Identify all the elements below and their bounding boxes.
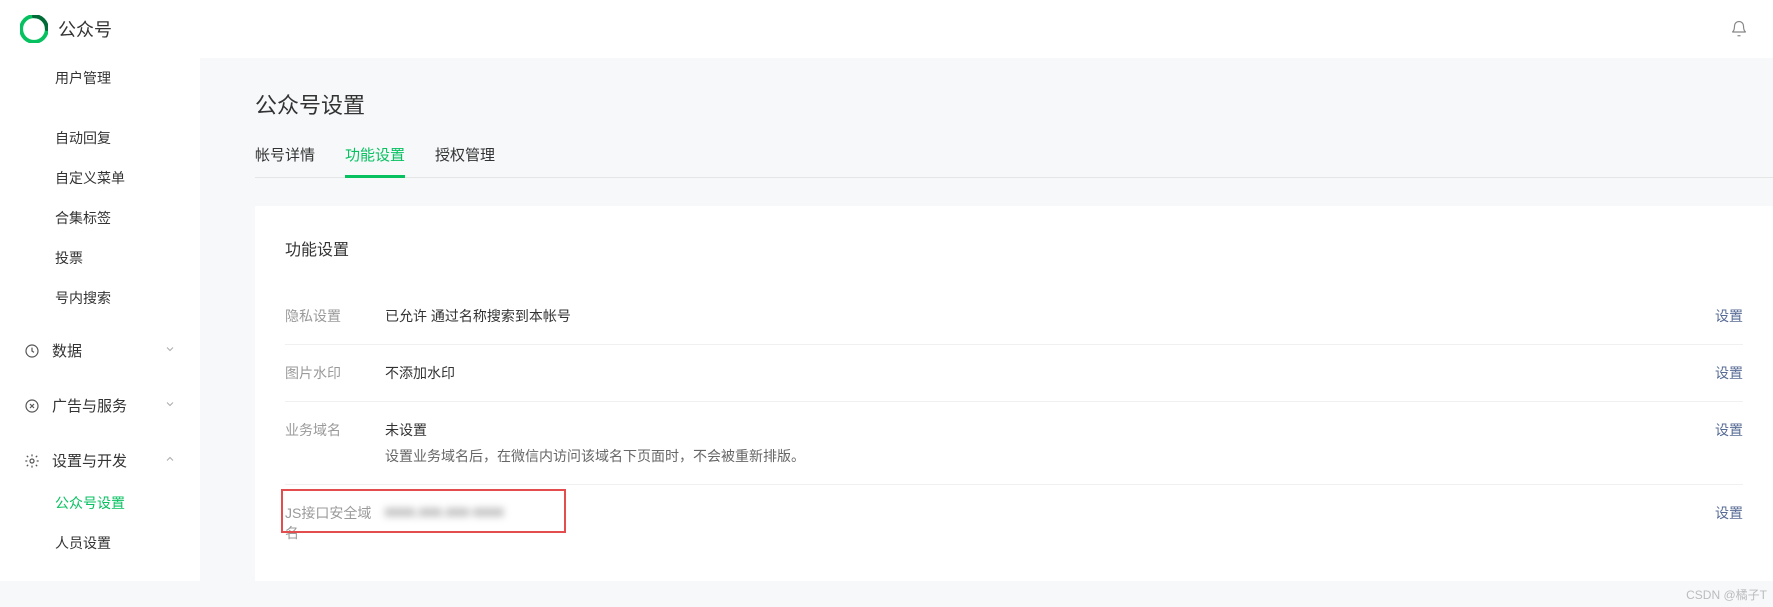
setting-label: 业务域名 [285,420,385,440]
page-title: 公众号设置 [255,68,1773,144]
tabs: 帐号详情 功能设置 授权管理 [255,144,1773,178]
chevron-up-icon [164,452,176,469]
tab-account-details[interactable]: 帐号详情 [255,144,315,177]
sidebar-item-label: 公众号设置 [55,495,125,511]
watermark: CSDN @橘子T [1686,586,1767,603]
sidebar-group-label: 数据 [52,340,82,361]
sidebar-item-label: 自动回复 [55,130,111,146]
main-content: 公众号设置 帐号详情 功能设置 授权管理 功能设置 隐私设置 已允许 通过名称搜… [200,58,1773,581]
card-title: 功能设置 [285,236,1743,260]
clock-icon [24,343,42,359]
sidebar-item-vote[interactable]: 投票 [0,238,200,278]
sidebar-item-auto-reply[interactable]: 自动回复 [0,118,200,158]
setting-row-privacy: 隐私设置 已允许 通过名称搜索到本帐号 设置 [285,288,1743,345]
sidebar-item-custom-menu[interactable]: 自定义菜单 [0,158,200,198]
chevron-down-icon [164,397,176,414]
sidebar-item-staff-settings[interactable]: 人员设置 [0,523,200,563]
sidebar-item-label: 号内搜索 [55,290,111,306]
settings-card: 功能设置 隐私设置 已允许 通过名称搜索到本帐号 设置 图片水印 不添加水印 设… [255,206,1773,581]
sidebar-group-ads[interactable]: 广告与服务 [0,383,200,428]
setting-value: 已允许 通过名称搜索到本帐号 [385,306,1691,326]
sidebar-item-label: 用户管理 [55,70,111,86]
tab-auth-mgmt[interactable]: 授权管理 [435,144,495,177]
sidebar: 用户管理 自动回复 自定义菜单 合集标签 投票 号内搜索 数据 广告与服务 设置… [0,58,200,581]
sidebar-item-label: 人员设置 [55,535,111,551]
setting-label: 隐私设置 [285,306,385,326]
chevron-down-icon [164,342,176,359]
tab-function-settings[interactable]: 功能设置 [345,144,405,177]
sidebar-item-account-settings[interactable]: 公众号设置 [0,483,200,523]
notification-bell-icon[interactable] [1725,15,1753,43]
sidebar-item-label: 合集标签 [55,210,111,226]
compass-icon [24,398,42,414]
sidebar-group-label: 设置与开发 [52,450,127,471]
setting-action-link[interactable]: 设置 [1691,420,1743,440]
setting-label: 图片水印 [285,363,385,383]
sidebar-item-collection-tags[interactable]: 合集标签 [0,198,200,238]
sidebar-group-data[interactable]: 数据 [0,328,200,373]
wechat-logo-icon [20,15,48,43]
gear-icon [24,453,42,469]
sidebar-group-label: 广告与服务 [52,395,127,416]
sidebar-item-user-mgmt[interactable]: 用户管理 [0,58,200,98]
setting-value: 不添加水印 [385,363,1691,383]
setting-value: xxxx.xxx.xxx-xxxx [385,503,1691,519]
setting-row-watermark: 图片水印 不添加水印 设置 [285,345,1743,402]
brand-title: 公众号 [58,16,112,42]
setting-value: 未设置 设置业务域名后，在微信内访问该域名下页面时，不会被重新排版。 [385,420,1691,466]
setting-action-link[interactable]: 设置 [1691,306,1743,326]
setting-action-link[interactable]: 设置 [1691,363,1743,383]
setting-label: JS接口安全域名 [285,503,385,543]
setting-action-link[interactable]: 设置 [1691,503,1743,523]
sidebar-group-settings[interactable]: 设置与开发 [0,438,200,483]
setting-value-text: 未设置 [385,422,427,438]
setting-sub-text: 设置业务域名后，在微信内访问该域名下页面时，不会被重新排版。 [385,446,1691,466]
sidebar-item-search[interactable]: 号内搜索 [0,278,200,318]
setting-row-domain: 业务域名 未设置 设置业务域名后，在微信内访问该域名下页面时，不会被重新排版。 … [285,402,1743,485]
setting-row-js-domain: JS接口安全域名 xxxx.xxx.xxx-xxxx 设置 [285,485,1743,561]
sidebar-item-label: 投票 [55,250,83,266]
sidebar-item-label: 自定义菜单 [55,170,125,186]
